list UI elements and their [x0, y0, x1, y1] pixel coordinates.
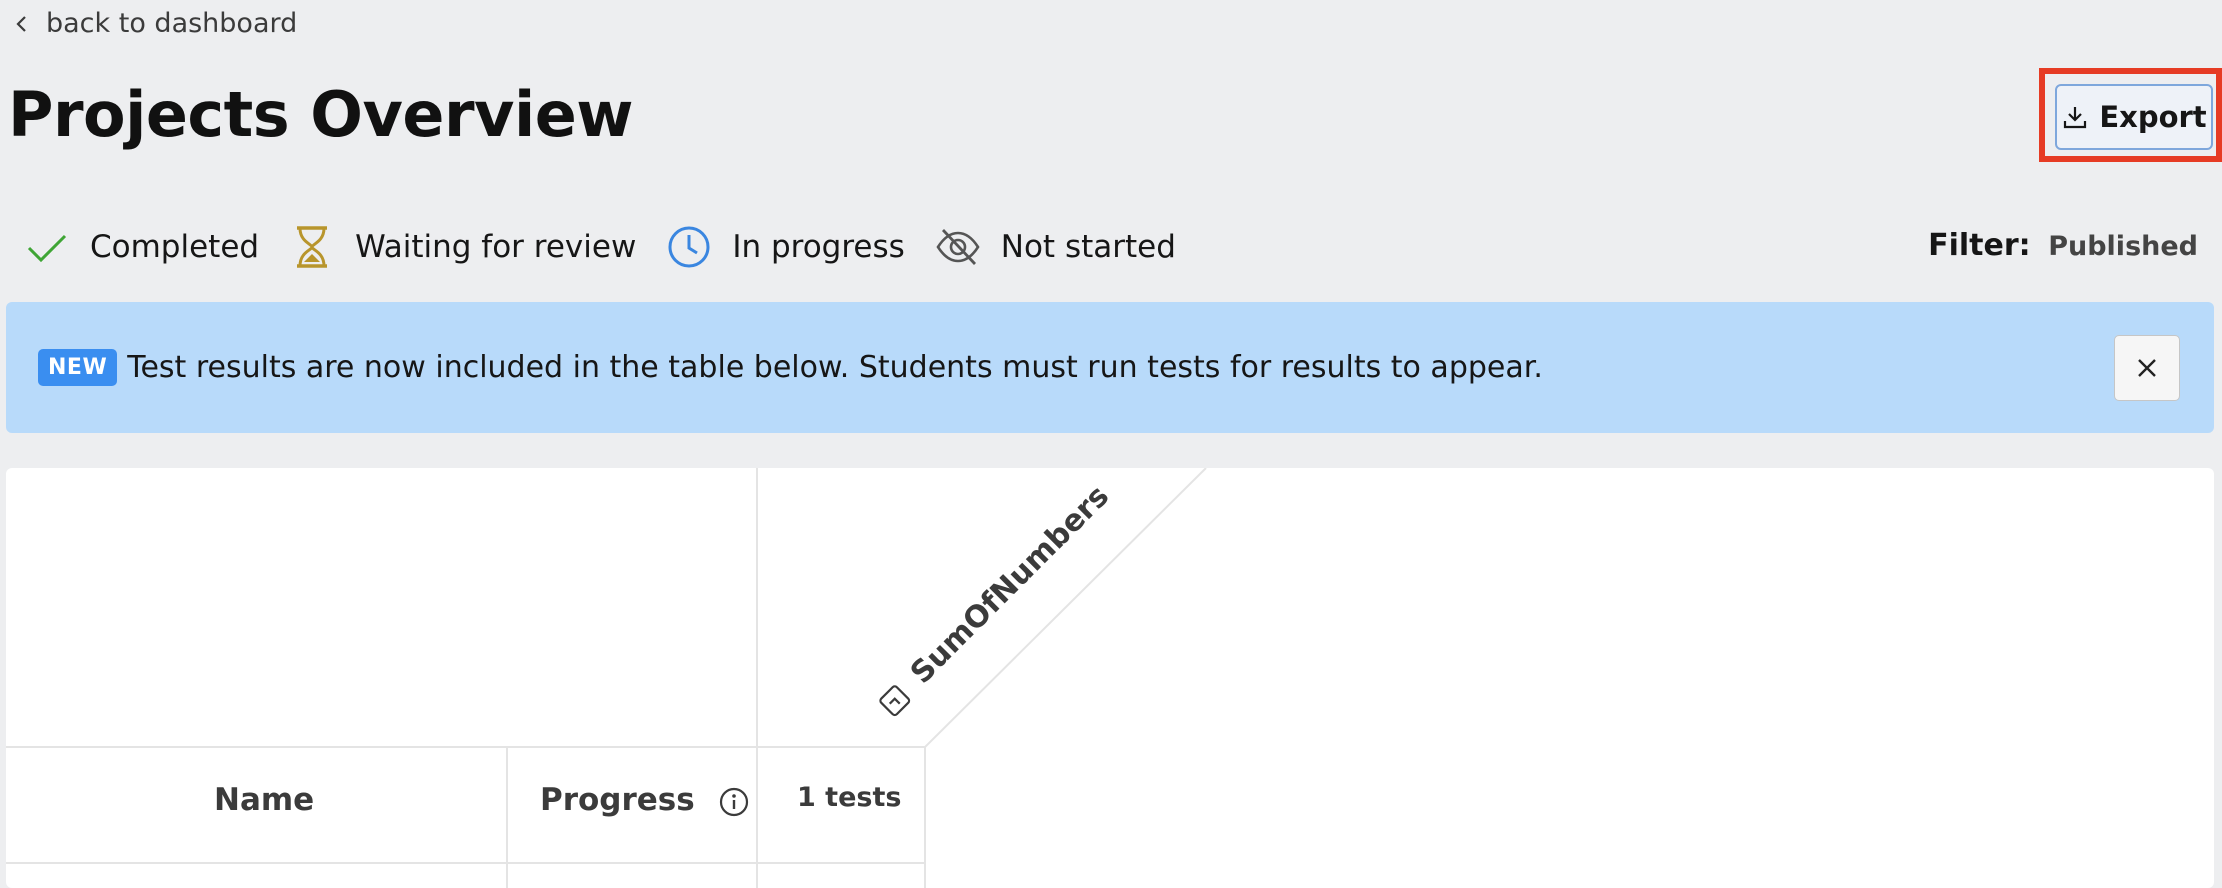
tests-count: 1 tests	[797, 782, 902, 813]
progress-column-header[interactable]: Progress	[540, 782, 750, 818]
legend-label: In progress	[732, 229, 905, 265]
export-highlight: Export	[2039, 68, 2222, 162]
row-divider	[6, 862, 926, 864]
banner-close-button[interactable]	[2114, 335, 2180, 401]
filter-label: Filter:	[1928, 228, 2031, 263]
column-divider	[924, 746, 926, 888]
page-title: Projects Overview	[8, 78, 634, 151]
progress-header-label: Progress	[540, 782, 695, 818]
checkmark-icon	[24, 224, 70, 270]
project-icon	[878, 684, 910, 716]
legend-waiting-for-review: Waiting for review	[289, 224, 636, 270]
legend-in-progress: In progress	[666, 224, 905, 270]
eye-off-icon	[935, 224, 981, 270]
column-divider	[756, 468, 758, 888]
legend-label: Completed	[90, 229, 260, 265]
legend-completed: Completed	[24, 224, 259, 270]
back-to-dashboard-link[interactable]: back to dashboard	[12, 8, 297, 39]
filter-value: Published	[2048, 231, 2198, 262]
banner-message: Test results are now included in the tab…	[127, 350, 1543, 385]
legend-label: Waiting for review	[355, 229, 637, 265]
download-icon	[2064, 107, 2087, 129]
name-column-header[interactable]: Name	[214, 782, 314, 818]
info-banner: NEW Test results are now included in the…	[6, 302, 2214, 433]
back-link-label: back to dashboard	[46, 8, 298, 39]
projects-table	[6, 468, 2214, 888]
export-label: Export	[2099, 100, 2207, 134]
new-badge: NEW	[38, 349, 118, 386]
info-icon[interactable]	[718, 786, 750, 818]
filter-indicator[interactable]: Filter: Published	[1928, 228, 2198, 263]
legend-not-started: Not started	[935, 224, 1176, 270]
status-legend: Completed Waiting for review In progress	[24, 218, 1206, 276]
legend-label: Not started	[1000, 229, 1176, 265]
hourglass-icon	[289, 224, 335, 270]
export-button[interactable]: Export	[2055, 84, 2213, 150]
name-header-label: Name	[214, 782, 315, 818]
tests-column-header: 1 tests	[797, 782, 901, 813]
clock-icon	[666, 224, 712, 270]
header-divider	[6, 746, 926, 748]
chevron-left-icon	[16, 15, 26, 32]
close-icon	[2138, 359, 2156, 377]
column-divider	[506, 746, 508, 888]
